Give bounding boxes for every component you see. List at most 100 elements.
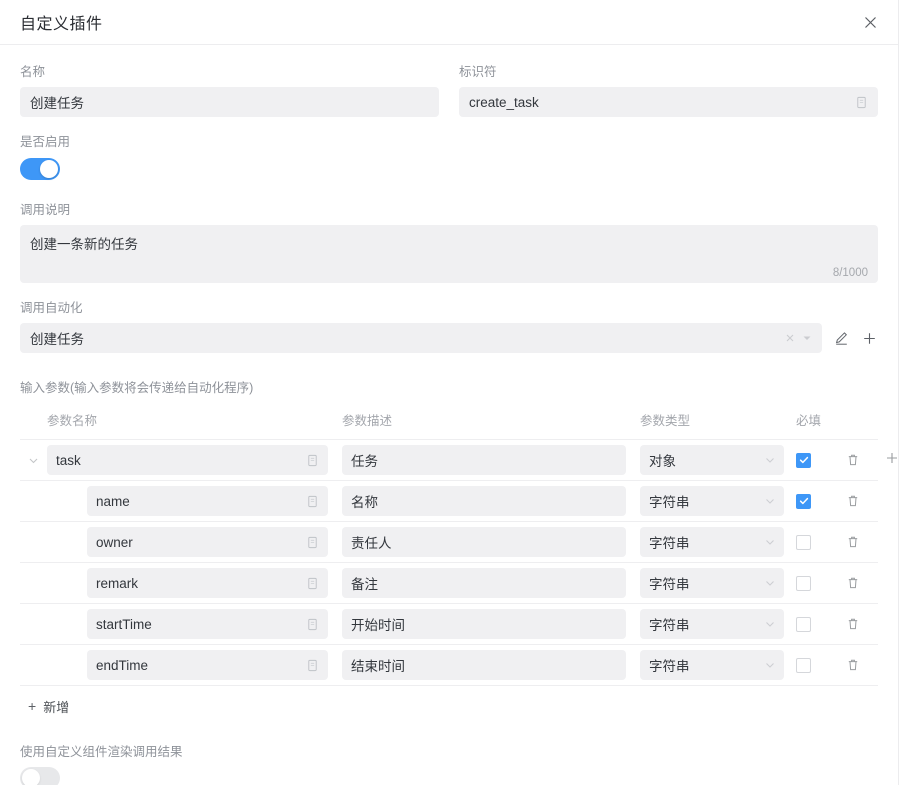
table-row: name 名称 字符串 <box>20 481 878 522</box>
header-param-desc: 参数描述 <box>328 410 626 429</box>
name-identifier-row: 名称 创建任务 标识符 create_task <box>20 45 878 117</box>
trash-icon <box>846 453 860 467</box>
name-input-value: 创建任务 <box>30 92 429 112</box>
plus-icon <box>885 451 899 465</box>
identifier-input-value: create_task <box>469 95 855 110</box>
param-type-value: 字符串 <box>649 491 765 511</box>
dialog-header: 自定义插件 <box>0 0 898 45</box>
enabled-toggle[interactable] <box>20 158 60 180</box>
param-name-value: name <box>96 494 306 509</box>
required-checkbox[interactable] <box>796 658 811 673</box>
name-label: 名称 <box>20 64 439 80</box>
copy-icon[interactable] <box>306 659 319 672</box>
trash-icon <box>846 617 860 631</box>
name-field-group: 名称 创建任务 <box>20 64 439 117</box>
param-desc-value: 结束时间 <box>351 655 617 675</box>
param-desc-input[interactable]: 名称 <box>342 486 626 516</box>
param-type-value: 字符串 <box>649 655 765 675</box>
delete-param-button[interactable] <box>844 533 862 551</box>
copy-icon[interactable] <box>306 536 319 549</box>
delete-param-button[interactable] <box>844 615 862 633</box>
param-desc-value: 责任人 <box>351 532 617 552</box>
chevron-down-icon <box>765 660 775 670</box>
description-counter: 8/1000 <box>833 267 868 279</box>
param-desc-value: 开始时间 <box>351 614 617 634</box>
param-desc-input[interactable]: 任务 <box>342 445 626 475</box>
add-sub-param-button[interactable] <box>885 451 899 469</box>
param-name-input[interactable]: owner <box>87 527 328 557</box>
copy-icon[interactable] <box>306 618 319 631</box>
param-name-input[interactable]: remark <box>87 568 328 598</box>
param-desc-input[interactable]: 责任人 <box>342 527 626 557</box>
description-label: 调用说明 <box>20 202 878 218</box>
param-type-select[interactable]: 字符串 <box>640 609 784 639</box>
expand-toggle[interactable] <box>20 455 47 466</box>
header-param-required: 必填 <box>784 410 844 429</box>
param-type-select[interactable]: 字符串 <box>640 650 784 680</box>
pencil-icon <box>834 331 849 346</box>
add-param-button[interactable]: + 新增 <box>20 686 878 726</box>
trash-icon <box>846 576 860 590</box>
edit-automation-button[interactable] <box>832 329 850 347</box>
chevron-down-icon <box>765 455 775 465</box>
param-type-select[interactable]: 字符串 <box>640 568 784 598</box>
automation-select[interactable]: 创建任务 <box>20 323 822 353</box>
identifier-input[interactable]: create_task <box>459 87 878 117</box>
clear-icon[interactable] <box>784 332 796 344</box>
description-field-group: 调用说明 创建一条新的任务 8/1000 <box>20 202 878 283</box>
header-param-type: 参数类型 <box>626 410 784 429</box>
name-input[interactable]: 创建任务 <box>20 87 439 117</box>
param-name-value: task <box>56 453 306 468</box>
enabled-field-group: 是否启用 <box>20 134 878 184</box>
param-type-select[interactable]: 字符串 <box>640 486 784 516</box>
custom-render-group: 使用自定义组件渲染调用结果 <box>20 744 878 785</box>
required-checkbox[interactable] <box>796 535 811 550</box>
param-desc-input[interactable]: 开始时间 <box>342 609 626 639</box>
trash-icon <box>846 535 860 549</box>
param-name-input[interactable]: endTime <box>87 650 328 680</box>
table-row: task 任务 对象 <box>20 440 878 481</box>
chevron-down-icon[interactable] <box>802 333 812 343</box>
required-checkbox[interactable] <box>796 617 811 632</box>
param-type-value: 字符串 <box>649 573 765 593</box>
trash-icon <box>846 494 860 508</box>
plus-icon <box>862 331 877 346</box>
custom-render-label: 使用自定义组件渲染调用结果 <box>20 744 878 760</box>
param-desc-input[interactable]: 备注 <box>342 568 626 598</box>
add-automation-button[interactable] <box>860 329 878 347</box>
required-checkbox[interactable] <box>796 453 811 468</box>
copy-icon[interactable] <box>855 96 868 109</box>
required-checkbox[interactable] <box>796 576 811 591</box>
custom-render-toggle[interactable] <box>20 767 60 785</box>
table-row: remark 备注 字符串 <box>20 563 878 604</box>
copy-icon[interactable] <box>306 454 319 467</box>
param-name-input[interactable]: name <box>87 486 328 516</box>
check-icon <box>799 455 809 465</box>
delete-param-button[interactable] <box>844 574 862 592</box>
copy-icon[interactable] <box>306 577 319 590</box>
toggle-knob <box>22 769 40 785</box>
param-desc-value: 名称 <box>351 491 617 511</box>
custom-plugin-dialog: 自定义插件 名称 创建任务 标识符 create_task <box>0 0 899 785</box>
param-type-select[interactable]: 字符串 <box>640 527 784 557</box>
param-desc-input[interactable]: 结束时间 <box>342 650 626 680</box>
close-icon <box>863 15 878 30</box>
identifier-field-group: 标识符 create_task <box>459 64 878 117</box>
table-row: startTime 开始时间 字符串 <box>20 604 878 645</box>
param-type-select[interactable]: 对象 <box>640 445 784 475</box>
delete-param-button[interactable] <box>844 492 862 510</box>
required-checkbox[interactable] <box>796 494 811 509</box>
params-caption: 输入参数(输入参数将会传递给自动化程序) <box>20 377 878 396</box>
dialog-body: 名称 创建任务 标识符 create_task <box>0 45 898 785</box>
close-button[interactable] <box>858 10 882 34</box>
delete-param-button[interactable] <box>844 656 862 674</box>
param-name-input[interactable]: task <box>47 445 328 475</box>
chevron-down-icon <box>765 537 775 547</box>
copy-icon[interactable] <box>306 495 319 508</box>
param-desc-value: 任务 <box>351 450 617 470</box>
param-name-input[interactable]: startTime <box>87 609 328 639</box>
param-name-value: endTime <box>96 658 306 673</box>
description-textarea[interactable]: 创建一条新的任务 8/1000 <box>20 225 878 283</box>
chevron-down-icon[interactable] <box>28 455 39 466</box>
delete-param-button[interactable] <box>844 451 862 469</box>
